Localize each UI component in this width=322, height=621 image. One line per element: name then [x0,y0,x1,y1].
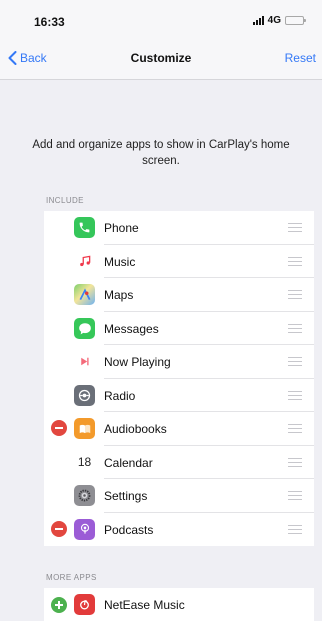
include-list: Phone Music Maps Messages Now Playing Ra… [44,211,314,546]
radio-icon [74,384,95,406]
maps-icon [74,284,95,305]
reorder-handle-icon[interactable] [288,256,302,269]
network-type: 4G [267,14,281,26]
item-label: Radio [104,388,136,403]
music-icon [74,250,95,272]
settings-icon [74,485,95,506]
reorder-handle-icon[interactable] [288,323,302,336]
phone-icon [74,217,95,238]
status-indicators: 4G [252,14,306,26]
add-netease-music-button[interactable] [51,597,67,613]
section-header-more-apps: MORE APPS [46,573,97,582]
item-label: Now Playing [104,355,171,369]
item-label: Maps [104,288,134,302]
list-item-phone[interactable]: Phone [44,211,314,245]
page-title: Customize [130,51,192,65]
reorder-handle-icon[interactable] [288,457,302,470]
netease-music-icon [74,594,95,615]
list-item-now-playing[interactable]: Now Playing [44,345,314,379]
reorder-handle-icon[interactable] [288,357,302,369]
calendar-icon: 18 [74,451,95,473]
section-header-include: INCLUDE [46,196,84,205]
item-label: Settings [104,489,148,503]
description-text: Add and organize apps to show in CarPlay… [32,139,290,167]
remove-audiobooks-button[interactable] [51,420,67,436]
more-apps-list: NetEase Music [44,588,314,621]
calendar-date-text: 18 [77,455,92,469]
list-item-podcasts[interactable]: Podcasts [44,513,314,547]
item-label: Audiobooks [104,422,167,436]
list-item-radio[interactable]: Radio [44,379,314,412]
item-label: Music [104,254,136,269]
remove-podcasts-button[interactable] [51,521,67,537]
status-time: 16:33 [34,15,65,29]
item-label: Podcasts [104,522,154,537]
item-label: Phone [104,221,139,235]
battery-icon [285,15,306,25]
reorder-handle-icon[interactable] [288,223,302,235]
list-item-messages[interactable]: Messages [44,312,314,345]
podcasts-icon [74,518,95,540]
reorder-handle-icon[interactable] [288,390,302,403]
list-item-audiobooks[interactable]: Audiobooks [44,412,314,446]
item-label: Calendar [104,455,153,470]
reorder-handle-icon[interactable] [288,424,302,436]
item-label: NetEase Music [104,598,185,612]
list-item-calendar[interactable]: 18 Calendar [44,446,314,479]
now-playing-icon [74,351,95,372]
list-item-maps[interactable]: Maps [44,278,314,312]
status-bar: 16:33 4G [0,0,322,36]
list-item-music[interactable]: Music [44,245,314,278]
reorder-handle-icon[interactable] [288,290,302,302]
messages-icon [74,317,95,339]
audiobooks-icon [74,418,95,439]
signal-icon [252,15,264,25]
reset-button[interactable]: Reset [285,51,316,65]
list-item-netease-music[interactable]: NetEase Music [44,588,314,621]
reorder-handle-icon[interactable] [288,524,302,537]
navigation-bar: Back Customize Reset [0,36,322,80]
list-item-settings[interactable]: Settings [44,479,314,513]
reorder-handle-icon[interactable] [288,491,302,503]
item-label: Messages [104,321,159,336]
